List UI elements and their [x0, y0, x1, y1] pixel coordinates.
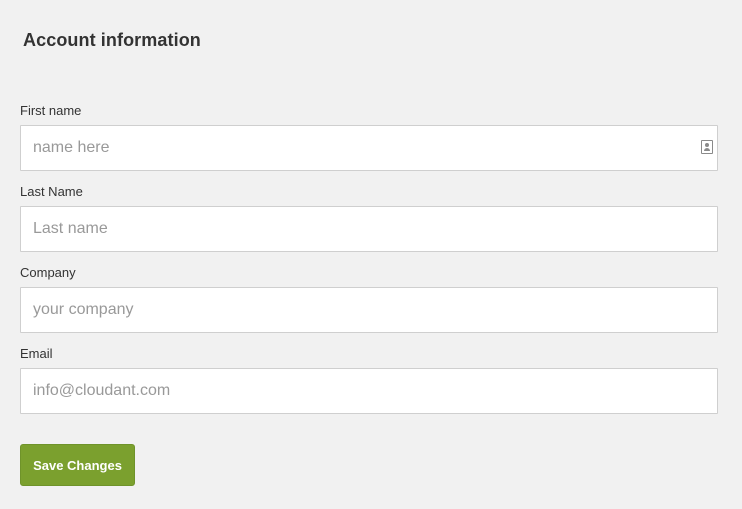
first-name-field-wrapper	[20, 125, 718, 171]
account-information-page: Account information First name Last Name…	[0, 0, 742, 509]
page-title: Account information	[23, 30, 201, 50]
first-name-input[interactable]	[21, 126, 717, 170]
save-changes-button[interactable]: Save Changes	[20, 444, 135, 486]
email-input[interactable]	[21, 369, 717, 413]
company-field-wrapper	[20, 287, 718, 333]
company-input[interactable]	[21, 288, 717, 332]
contact-card-icon[interactable]	[701, 140, 713, 154]
company-label: Company	[20, 265, 76, 280]
last-name-field-wrapper	[20, 206, 718, 252]
email-label: Email	[20, 346, 53, 361]
first-name-label: First name	[20, 103, 82, 118]
last-name-input[interactable]	[21, 207, 717, 251]
last-name-label: Last Name	[20, 184, 83, 199]
email-field-wrapper	[20, 368, 718, 414]
